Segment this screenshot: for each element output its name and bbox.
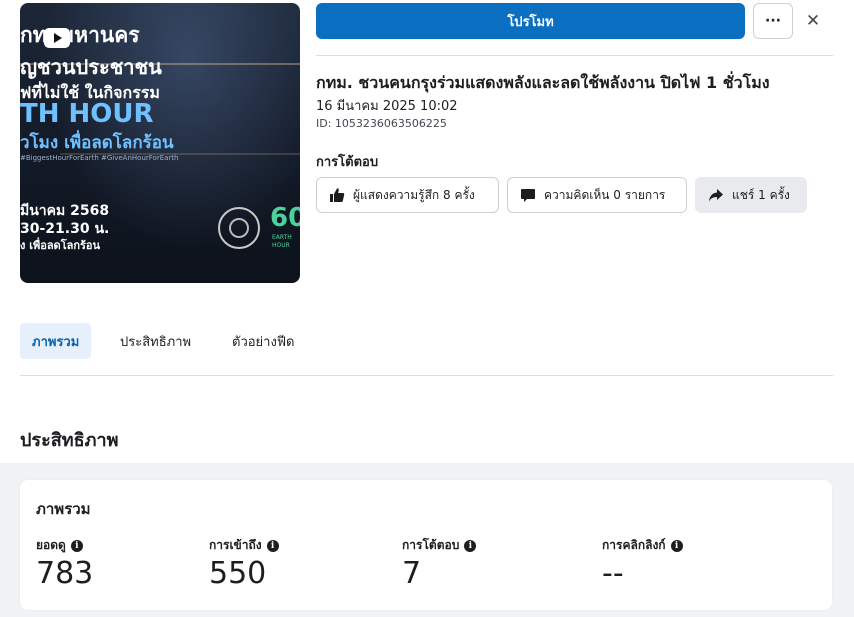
earth-hour-logo-text: EARTH HOUR [272,234,292,249]
tabs-divider [20,375,833,376]
comment-icon [521,189,535,202]
post-thumbnail[interactable]: กทมมหานคร ญชวนประชาชน ฟที่ไม่ใช้ ในกิจกร… [20,3,300,283]
thumbnail-text: กทมมหานคร [20,23,140,47]
shares-button[interactable]: แชร์ 1 ครั้ง [695,177,807,213]
play-icon[interactable] [44,28,70,48]
promote-button[interactable]: โปรโมท [316,3,745,39]
reactions-label: ผู้แสดงความรู้สึก 8 ครั้ง [353,187,475,202]
metric-value-reach: 550 [209,556,267,591]
metric-label-text: การเข้าถึง [209,538,262,552]
shares-label: แชร์ 1 ครั้ง [732,187,790,202]
thumbnail-text: ัวโมง เพื่อลดโลกร้อน [20,133,174,153]
comments-label: ความคิดเห็น 0 รายการ [544,187,666,202]
metric-value-views: 783 [36,556,94,591]
thumbnail-text: ง เพื่อลดโลกร้อน [20,239,101,252]
metric-value-link-clicks: -- [602,556,624,591]
info-icon[interactable]: i [670,539,683,552]
thumbnail-text: TH HOUR [20,99,154,129]
info-icon[interactable]: i [266,539,279,552]
metric-label-text: การโต้ตอบ [402,538,460,552]
bangkok-seal-icon [218,207,260,249]
metric-label-link-clicks: การคลิกลิงก์ i [602,536,683,555]
metric-value-engagement: 7 [402,556,422,591]
metric-label-reach: การเข้าถึง i [209,536,279,555]
post-id: ID: 1053236063506225 [316,117,447,130]
post-date: 16 มีนาคม 2025 10:02 [316,99,458,114]
metric-label-text: การคลิกลิงก์ [602,538,666,552]
more-options-icon[interactable]: ··· [753,3,793,39]
close-icon[interactable]: ✕ [802,9,824,33]
metric-label-views: ยอดดู i [36,536,83,555]
info-icon[interactable]: i [464,539,477,552]
comments-button[interactable]: ความคิดเห็น 0 รายการ [507,177,687,213]
thumbs-up-icon [330,188,345,202]
thumbnail-text: ญชวนประชาชน [20,55,162,79]
tab-overview[interactable]: ภาพรวม [20,323,92,359]
performance-heading: ประสิทธิภาพ [20,430,119,451]
tab-performance[interactable]: ประสิทธิภาพ [120,323,191,359]
interactions-heading: การโต้ตอบ [316,155,379,170]
earth-hour-logo: 60 [270,203,300,233]
thumbnail-text: #BiggestHourForEarth #GiveAnHourForEarth [20,154,179,162]
overview-card-title: ภาพรวม [36,500,91,518]
reactions-button[interactable]: ผู้แสดงความรู้สึก 8 ครั้ง [316,177,499,213]
post-title: กทม. ชวนคนกรุงร่วมแสดงพลังและลดใช้พลังงา… [316,73,770,92]
info-icon[interactable]: i [70,539,83,552]
tab-feed-preview[interactable]: ตัวอย่างฟีด [232,323,294,359]
metric-label-text: ยอดดู [36,538,66,552]
share-icon [709,189,723,202]
header-divider [316,55,833,56]
metric-label-engagement: การโต้ตอบ i [402,536,477,555]
